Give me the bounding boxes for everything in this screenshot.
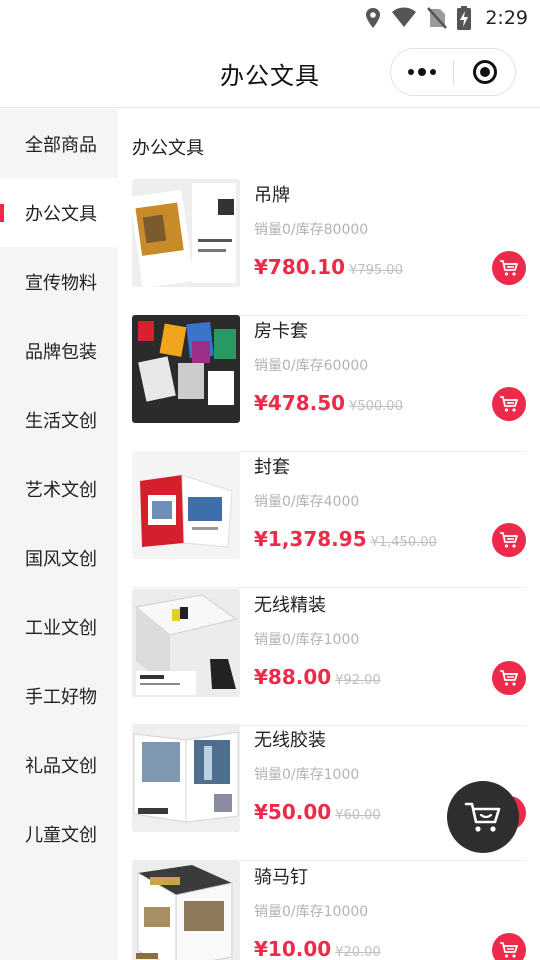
cart-icon [500,396,518,412]
product-stock: 销量0/库存60000 [254,358,369,374]
product-original-price: ¥1,450.00 [370,535,437,550]
sidebar-item-lifestyle[interactable]: 生活文创 [0,385,118,454]
no-sim-icon [427,7,448,29]
product-price: ¥10.00 [254,937,332,960]
cart-icon [500,942,518,958]
product-price: ¥1,378.95 [254,527,367,551]
add-to-cart-button[interactable] [492,661,526,695]
sidebar-item-packaging[interactable]: 品牌包装 [0,316,118,385]
floating-cart-button[interactable] [447,781,519,853]
sidebar-item-promo[interactable]: 宣传物料 [0,247,118,316]
product-card[interactable]: 房卡套 销量0/库存60000 ¥478.50 ¥500.00 [132,315,526,452]
cart-icon [500,260,518,276]
product-name: 吊牌 [254,185,290,206]
cart-icon [500,670,518,686]
sidebar-item-all[interactable]: 全部商品 [0,109,118,178]
product-original-price: ¥795.00 [349,263,403,278]
status-bar: 2:29 [0,0,540,36]
product-name: 封套 [254,457,290,478]
battery-charging-icon [457,6,472,30]
product-image [132,861,240,960]
sidebar-item-office[interactable]: 办公文具 [0,178,118,247]
product-card[interactable]: 吊牌 销量0/库存80000 ¥780.10 ¥795.00 [132,179,526,316]
product-image [132,724,240,832]
product-stock: 销量0/库存80000 [254,222,369,238]
product-price-row: ¥780.10 ¥795.00 [254,255,403,279]
product-image [132,315,240,423]
sidebar-item-art[interactable]: 艺术文创 [0,454,118,523]
shopping-cart-icon [464,802,501,832]
product-card[interactable]: 无线精装 销量0/库存1000 ¥88.00 ¥92.00 [132,589,526,726]
product-original-price: ¥92.00 [335,673,381,688]
sidebar-item-label: 全部商品 [25,134,97,156]
sidebar-item-label: 手工好物 [25,686,97,708]
add-to-cart-button[interactable] [492,933,526,960]
product-price: ¥50.00 [254,800,332,824]
product-price-row: ¥478.50 ¥500.00 [254,391,403,415]
product-stock: 销量0/库存1000 [254,632,360,648]
section-title: 办公文具 [132,138,204,159]
sidebar-item-label: 礼品文创 [25,755,97,777]
product-price-row: ¥10.00 ¥20.00 [254,937,381,960]
sidebar-item-label: 艺术文创 [25,479,97,501]
sidebar-item-industrial[interactable]: 工业文创 [0,592,118,661]
category-sidebar: 全部商品 办公文具 宣传物料 品牌包装 生活文创 艺术文创 国风文创 工业文创 … [0,109,118,960]
sidebar-item-label: 品牌包装 [25,341,97,363]
product-name: 骑马钉 [254,867,308,888]
close-target-icon[interactable] [454,49,516,95]
product-price: ¥780.10 [254,255,346,279]
sidebar-item-label: 儿童文创 [25,824,97,846]
nav-bar: 办公文具 [0,36,540,108]
add-to-cart-button[interactable] [492,251,526,285]
add-to-cart-button[interactable] [492,387,526,421]
product-stock: 销量0/库存10000 [254,904,369,920]
product-original-price: ¥60.00 [335,808,381,823]
product-card[interactable]: 骑马钉 销量0/库存10000 ¥10.00 ¥20.00 [132,861,526,960]
product-card[interactable]: 封套 销量0/库存4000 ¥1,378.95 ¥1,450.00 [132,451,526,588]
product-price-row: ¥1,378.95 ¥1,450.00 [254,527,437,551]
product-stock: 销量0/库存1000 [254,767,360,783]
product-name: 无线精装 [254,595,326,616]
product-price-row: ¥50.00 ¥60.00 [254,800,381,824]
wifi-icon [392,7,417,27]
sidebar-item-label: 办公文具 [25,203,97,225]
product-name: 无线胶装 [254,730,326,751]
sidebar-item-label: 生活文创 [25,410,97,432]
product-original-price: ¥20.00 [335,945,381,960]
product-image [132,179,240,287]
more-icon[interactable] [391,49,453,95]
sidebar-item-label: 国风文创 [25,548,97,570]
status-time: 2:29 [485,7,528,29]
product-price: ¥88.00 [254,665,332,689]
sidebar-item-guofeng[interactable]: 国风文创 [0,523,118,592]
sidebar-item-kids[interactable]: 儿童文创 [0,799,118,868]
product-stock: 销量0/库存4000 [254,494,360,510]
product-image [132,451,240,559]
cart-icon [500,532,518,548]
product-price: ¥478.50 [254,391,346,415]
sidebar-item-handmade[interactable]: 手工好物 [0,661,118,730]
mini-program-capsule [390,48,516,96]
sidebar-item-label: 宣传物料 [25,272,97,294]
product-price-row: ¥88.00 ¥92.00 [254,665,381,689]
add-to-cart-button[interactable] [492,523,526,557]
product-original-price: ¥500.00 [349,399,403,414]
location-icon [366,8,381,28]
product-image [132,589,240,697]
product-name: 房卡套 [254,321,308,342]
sidebar-item-gifts[interactable]: 礼品文创 [0,730,118,799]
sidebar-item-label: 工业文创 [25,617,97,639]
